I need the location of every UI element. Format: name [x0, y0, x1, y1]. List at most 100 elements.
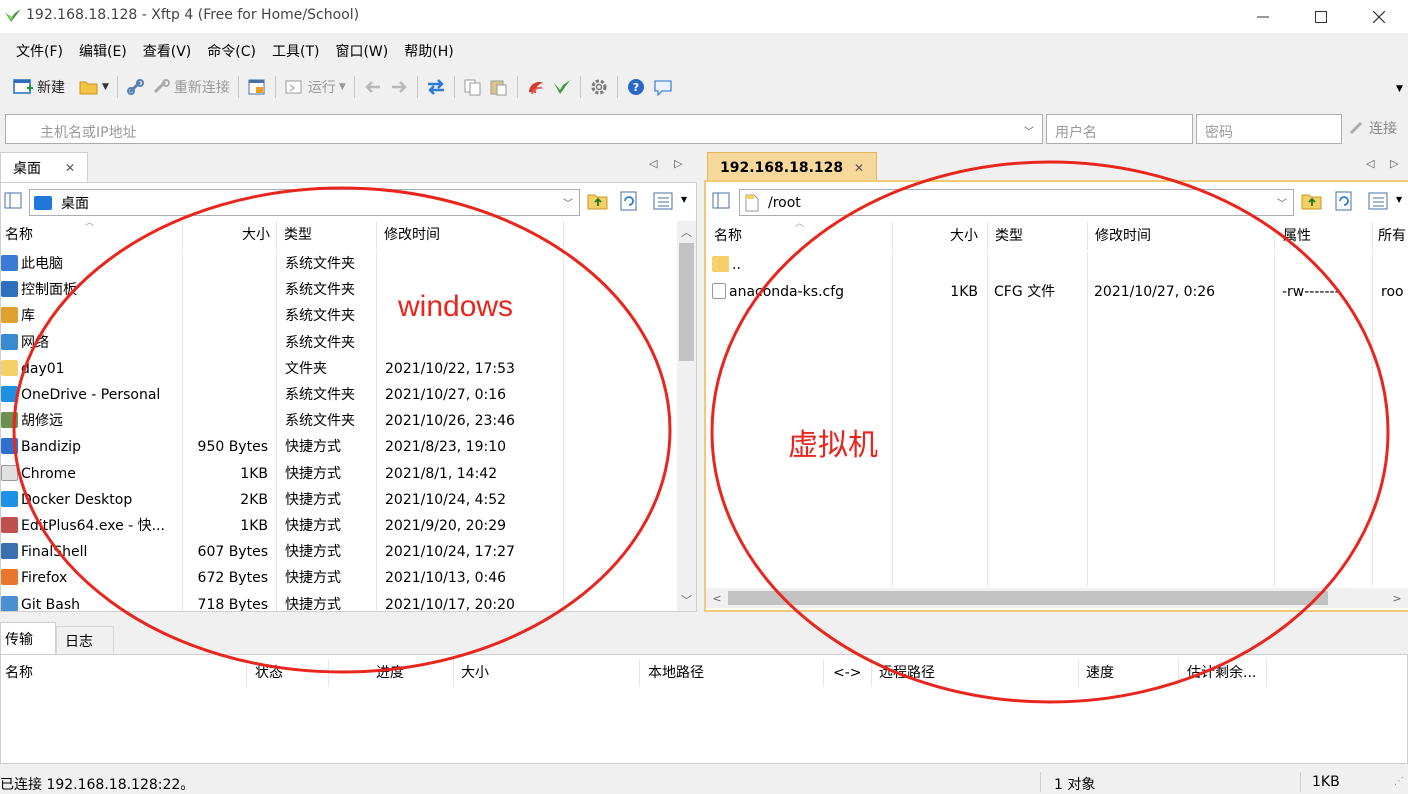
connect-address-button[interactable]: 连接: [1348, 118, 1397, 138]
local-file-row[interactable]: Docker Desktop 2KB 快捷方式 2021/10/24, 4:52: [1, 487, 677, 513]
column-divider[interactable]: [563, 221, 564, 249]
menu-file[interactable]: 文件(F): [8, 41, 71, 61]
view-mode-caret-icon[interactable]: ▼: [1396, 195, 1402, 204]
local-file-row[interactable]: 控制面板 系统文件夹: [1, 277, 677, 303]
column-divider[interactable]: [1078, 659, 1079, 687]
local-file-row[interactable]: Chrome 1KB 快捷方式 2021/8/1, 14:42: [1, 461, 677, 487]
tab-remote-session[interactable]: 192.168.18.128 ✕: [707, 152, 877, 182]
column-header-attributes[interactable]: 属性: [1279, 222, 1369, 250]
transfer-column-remote-path[interactable]: 远程路径: [875, 659, 1075, 687]
local-file-row[interactable]: Git Bash 718 Bytes 快捷方式 2021/10/17, 20:20: [1, 592, 677, 611]
column-divider[interactable]: [823, 659, 824, 687]
local-path-input[interactable]: 桌面 ﹀: [29, 189, 580, 216]
column-divider[interactable]: [376, 221, 377, 249]
view-mode-icon[interactable]: [1368, 191, 1390, 211]
forward-button[interactable]: [386, 73, 412, 101]
options-button[interactable]: [586, 73, 612, 101]
panel-toggle-icon[interactable]: [712, 192, 732, 210]
refresh-icon[interactable]: [1334, 191, 1354, 211]
view-mode-icon[interactable]: [653, 191, 675, 211]
column-header-modified[interactable]: 修改时间: [1091, 222, 1276, 250]
column-header-owner[interactable]: 所有: [1374, 222, 1408, 250]
menu-view[interactable]: 查看(V): [135, 41, 200, 61]
feedback-button[interactable]: [649, 73, 677, 101]
remote-file-row[interactable]: ..: [706, 252, 1408, 278]
column-divider[interactable]: [1274, 222, 1275, 250]
open-folder-button[interactable]: ▼: [76, 73, 112, 101]
scrollbar-thumb[interactable]: [728, 591, 1328, 605]
column-header-type[interactable]: 类型: [280, 221, 376, 249]
column-divider[interactable]: [453, 659, 454, 687]
transfer-column-direction[interactable]: <->: [829, 659, 869, 687]
help-button[interactable]: ?: [623, 73, 649, 101]
transfer-column-progress[interactable]: 进度: [372, 659, 452, 687]
transfer-column-size[interactable]: 大小: [457, 659, 637, 687]
tab-transfers[interactable]: 传输: [0, 622, 56, 654]
local-scrollbar[interactable]: ︿ ﹀: [677, 221, 696, 611]
tab-local-desktop[interactable]: 桌面 ✕: [0, 152, 88, 182]
reconnect-button[interactable]: 重新连接: [149, 73, 233, 101]
local-file-row[interactable]: 网络 系统文件夹: [1, 330, 677, 356]
menu-help[interactable]: 帮助(H): [396, 41, 461, 61]
local-file-row[interactable]: 胡修远 系统文件夹 2021/10/26, 23:46: [1, 408, 677, 434]
remote-path-input[interactable]: /root ﹀: [739, 189, 1294, 216]
resize-grip-icon[interactable]: ⋰: [1394, 776, 1404, 787]
transfer-column-status[interactable]: 状态: [251, 659, 327, 687]
refresh-icon[interactable]: [619, 191, 639, 211]
column-divider[interactable]: [328, 659, 329, 687]
toolbar-overflow-icon[interactable]: ▼: [1396, 84, 1403, 94]
scroll-down-icon[interactable]: ﹀: [677, 591, 696, 609]
column-divider[interactable]: [246, 659, 247, 687]
paste-button[interactable]: [486, 73, 512, 101]
panel-toggle-icon[interactable]: [4, 192, 24, 210]
back-button[interactable]: [360, 73, 386, 101]
remote-file-row[interactable]: anaconda-ks.cfg 1KB CFG 文件 2021/10/27, 0:26…: [706, 279, 1408, 305]
sync-button[interactable]: [423, 73, 449, 101]
path-dropdown-chevron-icon[interactable]: ﹀: [1277, 195, 1287, 210]
column-header-size[interactable]: 大小: [182, 221, 274, 249]
tab-close-icon[interactable]: ✕: [65, 161, 75, 175]
column-divider[interactable]: [871, 659, 872, 687]
scroll-right-icon[interactable]: >: [1388, 589, 1406, 607]
menu-command[interactable]: 命令(C): [199, 41, 264, 61]
remote-horizontal-scrollbar[interactable]: < >: [706, 588, 1408, 608]
xftp-button[interactable]: [549, 73, 575, 101]
scroll-left-icon[interactable]: <: [708, 589, 726, 607]
menu-tools[interactable]: 工具(T): [264, 41, 327, 61]
scroll-up-icon[interactable]: ︿: [677, 223, 696, 241]
transfer-column-eta[interactable]: 估计剩余...: [1183, 659, 1265, 687]
local-file-row[interactable]: OneDrive - Personal 系统文件夹 2021/10/27, 0:16: [1, 382, 677, 408]
column-header-name[interactable]: 名称: [710, 222, 890, 250]
properties-button[interactable]: [244, 73, 270, 101]
column-divider[interactable]: [182, 221, 183, 249]
local-file-row[interactable]: EditPlus64.exe - 快... 1KB 快捷方式 2021/9/20, 2…: [1, 513, 677, 539]
scrollbar-thumb[interactable]: [679, 243, 694, 361]
new-session-button[interactable]: 新建: [10, 73, 68, 101]
tab-scroll-right-icon[interactable]: ▷: [1390, 157, 1398, 170]
minimize-button[interactable]: [1234, 0, 1292, 33]
column-header-name[interactable]: 名称: [1, 221, 182, 249]
tab-log[interactable]: 日志: [56, 626, 114, 654]
menu-window[interactable]: 窗口(W): [327, 41, 396, 61]
close-button[interactable]: [1350, 0, 1408, 33]
transfer-column-name[interactable]: 名称: [1, 659, 245, 687]
transfer-column-speed[interactable]: 速度: [1082, 659, 1176, 687]
connect-button[interactable]: [123, 73, 149, 101]
column-header-size[interactable]: 大小: [892, 222, 982, 250]
local-file-row[interactable]: 此电脑 系统文件夹: [1, 251, 677, 277]
path-dropdown-chevron-icon[interactable]: ﹀: [563, 195, 573, 210]
column-divider[interactable]: [987, 222, 988, 250]
column-divider[interactable]: [1266, 659, 1267, 687]
local-file-row[interactable]: FinalShell 607 Bytes 快捷方式 2021/10/24, 17:27: [1, 539, 677, 565]
column-header-modified[interactable]: 修改时间: [380, 221, 560, 249]
maximize-button[interactable]: [1292, 0, 1350, 33]
parent-folder-icon[interactable]: [1301, 191, 1323, 211]
column-divider[interactable]: [276, 221, 277, 249]
tab-close-icon[interactable]: ✕: [854, 161, 864, 175]
column-divider[interactable]: [1087, 222, 1088, 250]
local-file-row[interactable]: day01 文件夹 2021/10/22, 17:53: [1, 356, 677, 382]
column-divider[interactable]: [892, 222, 893, 250]
tab-scroll-left-icon[interactable]: ◁: [649, 157, 657, 170]
tab-scroll-left-icon[interactable]: ◁: [1366, 157, 1374, 170]
column-divider[interactable]: [639, 659, 640, 687]
